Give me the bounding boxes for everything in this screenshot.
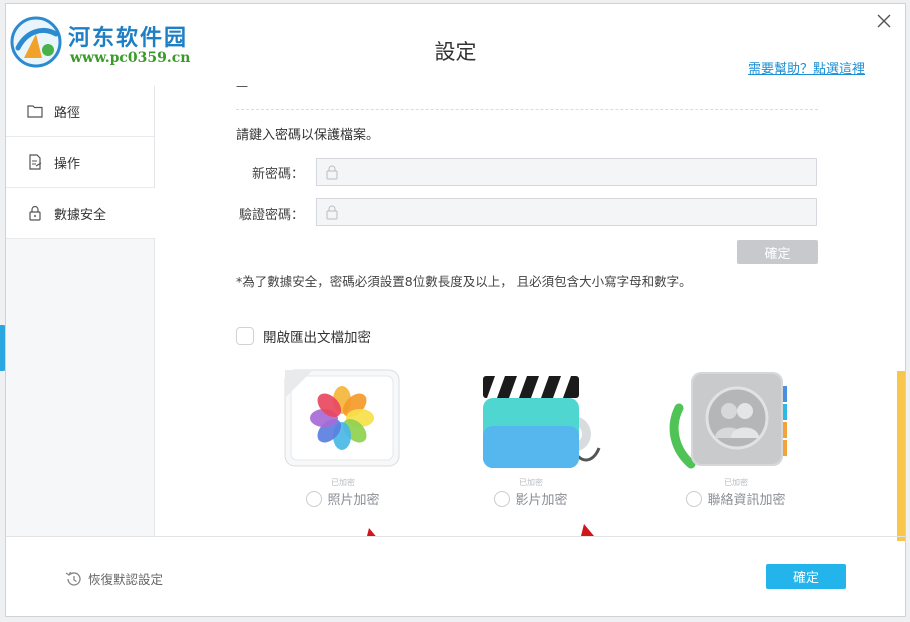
content-scrollbar[interactable] xyxy=(895,86,905,541)
section-divider xyxy=(236,109,818,110)
folder-icon xyxy=(27,105,43,118)
confirm-password-button[interactable]: 確定 xyxy=(737,240,818,264)
operation-doc-icon xyxy=(29,154,42,170)
video-encryption-option[interactable]: 影片加密 xyxy=(494,489,568,508)
encryption-status: 已加密 xyxy=(331,478,355,487)
verify-password-input[interactable] xyxy=(345,202,805,222)
clipped-section-header: 一 xyxy=(236,86,313,94)
contacts-icon xyxy=(669,372,787,469)
sidebar-item-data-security[interactable]: 數據安全 xyxy=(6,188,156,239)
verify-password-field[interactable] xyxy=(316,198,817,226)
settings-dialog: 河东软件园 www.pc0359.cn 設定 需要幫助？點選這裡 路徑 操作 數… xyxy=(5,3,906,617)
sidebar-item-operation[interactable]: 操作 xyxy=(6,137,154,188)
verify-password-label: 驗證密碼： xyxy=(238,208,304,223)
contacts-encryption-radio[interactable] xyxy=(686,490,703,507)
sidebar-item-label: 數據安全 xyxy=(54,207,107,223)
sidebar-item-label: 操作 xyxy=(54,156,81,172)
encryption-status: 已加密 xyxy=(519,478,543,487)
photo-encryption-option[interactable]: 照片加密 xyxy=(306,489,380,508)
sidebar-item-path[interactable]: 路徑 xyxy=(6,86,154,137)
settings-sidebar: 路徑 操作 數據安全 xyxy=(6,86,156,536)
annotation-arrow xyxy=(581,524,594,536)
password-requirement-note: *為了數據安全，密碼必須設置8位數長度及以上， 且必須包含大小寫字母和數字。 xyxy=(236,274,692,289)
history-icon xyxy=(65,571,81,586)
encryption-status: 已加密 xyxy=(724,478,748,487)
contacts-encryption-card[interactable]: 已加密 聯絡資訊加密 xyxy=(661,368,811,511)
lock-icon xyxy=(29,205,41,221)
sidebar-item-label: 路徑 xyxy=(54,105,81,121)
photo-encryption-label: 照片加密 xyxy=(327,493,380,508)
export-encrypt-checkbox[interactable] xyxy=(236,327,254,345)
export-encrypt-toggle[interactable]: 開啟匯出文檔加密 xyxy=(236,326,371,346)
photo-encryption-radio[interactable] xyxy=(306,490,323,507)
scrollbar-thumb[interactable] xyxy=(897,371,905,541)
help-link[interactable]: 需要幫助？點選這裡 xyxy=(748,58,865,77)
dialog-footer: 恢復默認設定 確定 xyxy=(6,536,905,616)
security-panel: 一 請鍵入密碼以保護檔案。 新密碼： 驗證密碼： 確定 *為了數據安全，密碼必須… xyxy=(156,86,906,536)
new-password-label: 新密碼： xyxy=(251,167,304,182)
field-lock-icon xyxy=(326,165,338,180)
restore-defaults-label: 恢復默認設定 xyxy=(88,572,164,587)
close-icon[interactable] xyxy=(875,12,893,30)
contacts-encryption-option[interactable]: 聯絡資訊加密 xyxy=(686,489,786,508)
video-encryption-radio[interactable] xyxy=(494,490,511,507)
photos-icon xyxy=(284,369,400,467)
new-password-field[interactable] xyxy=(316,158,817,186)
video-clapper-icon xyxy=(483,376,601,468)
export-encrypt-label: 開啟匯出文檔加密 xyxy=(263,330,371,346)
photo-encryption-card[interactable]: 已加密 照片加密 xyxy=(273,368,413,511)
password-prompt: 請鍵入密碼以保護檔案。 xyxy=(236,128,380,143)
restore-defaults-button[interactable]: 恢復默認設定 xyxy=(64,569,163,588)
new-password-input[interactable] xyxy=(345,162,805,182)
annotation-arrow xyxy=(367,528,376,536)
ok-button[interactable]: 確定 xyxy=(766,564,846,589)
contacts-encryption-label: 聯絡資訊加密 xyxy=(707,493,786,508)
video-encryption-card[interactable]: 已加密 影片加密 xyxy=(461,368,601,511)
video-encryption-label: 影片加密 xyxy=(515,493,568,508)
field-lock-icon xyxy=(326,205,338,220)
